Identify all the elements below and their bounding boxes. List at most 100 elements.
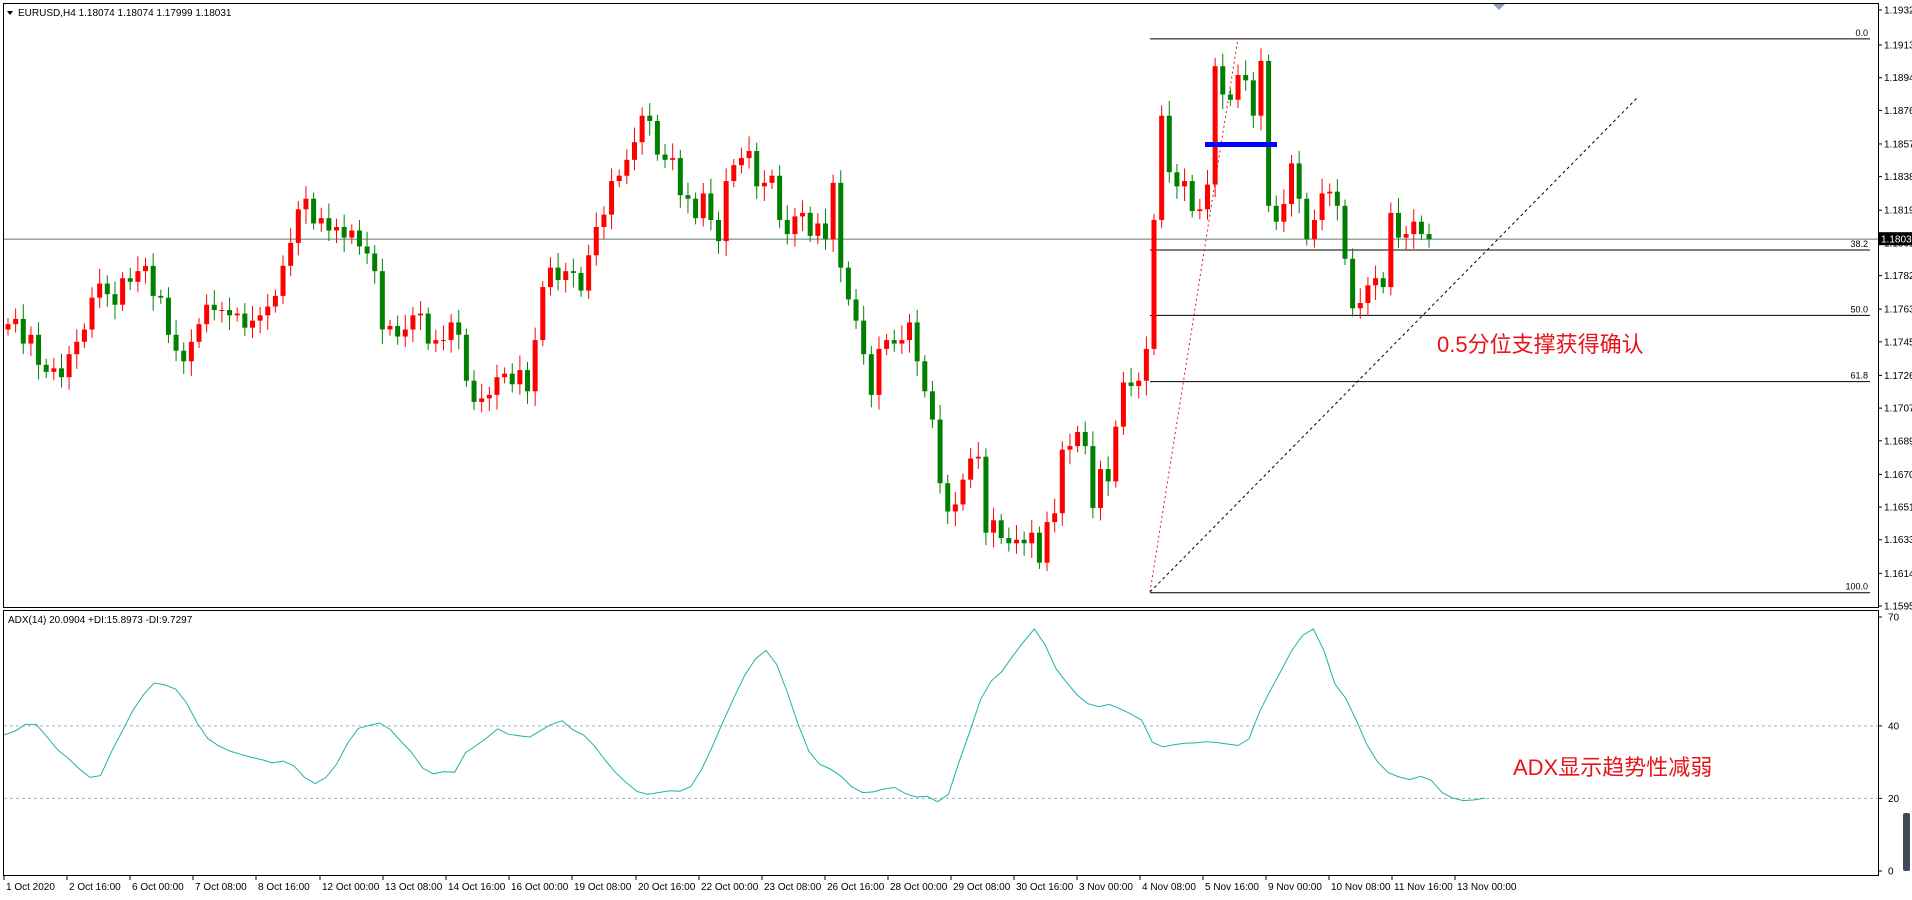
candle-body — [1082, 431, 1088, 447]
candle-body — [662, 154, 668, 160]
candle-body — [937, 419, 943, 484]
candle-body — [418, 313, 424, 316]
blue-resistance-marker[interactable] — [1205, 142, 1277, 147]
candle-body — [395, 325, 401, 337]
candle-body — [830, 182, 836, 240]
candle-body — [349, 230, 355, 238]
y-tick-label: 1.18195 — [1884, 206, 1912, 217]
candle-body — [738, 158, 744, 166]
candle-body — [303, 198, 309, 210]
candle-body — [1128, 382, 1134, 387]
candle-body — [1289, 163, 1295, 205]
candle-body — [1204, 184, 1210, 210]
candle-body — [784, 219, 790, 235]
candle-body — [433, 340, 439, 344]
x-tick-label: 7 Oct 08:00 — [195, 882, 247, 893]
candle-body — [540, 287, 546, 341]
candle-body — [463, 334, 469, 381]
x-tick-label: 16 Oct 00:00 — [511, 882, 569, 893]
candle-body — [318, 218, 324, 224]
candle-body — [89, 297, 95, 330]
adx-tick-label: 20 — [1888, 794, 1900, 805]
candle-body — [693, 198, 699, 219]
candle-body — [158, 295, 164, 298]
candle-body — [311, 198, 317, 224]
candle-body — [838, 182, 844, 268]
candle-body — [425, 313, 431, 344]
candle-body — [983, 456, 989, 533]
candle-body — [1021, 539, 1027, 544]
candle-body — [1395, 212, 1401, 238]
candle-body — [754, 151, 760, 187]
y-tick-label: 1.16515 — [1884, 503, 1912, 514]
current-price-label: 1.18031 — [1879, 232, 1912, 246]
main-chart-frame — [3, 3, 1879, 608]
x-tick-label: 1 Oct 2020 — [6, 882, 55, 893]
candle-body — [1350, 258, 1356, 309]
candle-body — [181, 350, 187, 362]
candle-body — [1098, 469, 1104, 508]
candle-body — [341, 226, 347, 238]
x-tick-label: 13 Oct 08:00 — [385, 882, 443, 893]
candle-body — [1197, 209, 1203, 212]
y-tick-label: 1.18385 — [1884, 172, 1912, 183]
candle-body — [731, 165, 737, 182]
candle-body — [1159, 115, 1165, 220]
candle-body — [929, 391, 935, 420]
candle-body — [165, 297, 171, 335]
candle-body — [1373, 278, 1379, 286]
y-tick-label: 1.15955 — [1884, 602, 1912, 613]
candle-body — [716, 219, 722, 242]
candle-body — [479, 398, 485, 402]
candle-body — [1059, 449, 1065, 514]
candle-body — [647, 115, 653, 121]
candle-body — [1327, 191, 1333, 194]
y-tick-label: 1.19320 — [1884, 6, 1912, 17]
y-tick-label: 1.18570 — [1884, 139, 1912, 150]
main-y-axis: 1.19320 1.19130 1.18945 1.18760 1.18570 1.183… — [1878, 6, 1912, 613]
y-tick-label: 1.18760 — [1884, 106, 1912, 117]
scroll-handle[interactable] — [1903, 813, 1910, 871]
candle-body — [356, 230, 362, 247]
x-tick-label: 8 Oct 16:00 — [258, 882, 310, 893]
candle-body — [364, 246, 370, 254]
candle-body — [120, 278, 126, 305]
symbol-header: EURUSD,H4 1.18074 1.18074 1.17999 1.1803… — [18, 8, 232, 19]
candle-body — [998, 520, 1004, 538]
candle-body — [1266, 60, 1272, 206]
candle-body — [1182, 181, 1188, 187]
support-annotation: 0.5分位支撑获得确认 — [1437, 332, 1644, 357]
candle-body — [1052, 513, 1058, 523]
candle-body — [36, 334, 42, 365]
candle-body — [792, 216, 798, 235]
candle-body — [1365, 285, 1371, 303]
candle-body — [1044, 522, 1050, 563]
candle-body — [547, 267, 553, 288]
candle-body — [227, 310, 233, 316]
x-tick-label: 22 Oct 00:00 — [701, 882, 759, 893]
x-tick-label: 5 Nov 16:00 — [1205, 882, 1259, 893]
y-tick-label: 1.17635 — [1884, 305, 1912, 316]
candle-body — [570, 271, 576, 273]
candle-body — [1243, 75, 1249, 81]
candle-body — [654, 120, 660, 155]
current-price-text: 1.18031 — [1881, 235, 1912, 246]
candle-body — [853, 299, 859, 321]
candle-body — [272, 295, 278, 307]
adx-tick-label: 0 — [1888, 867, 1894, 878]
candle-body — [1380, 278, 1386, 288]
candle-body — [876, 348, 882, 395]
candle-body — [1006, 537, 1012, 544]
candle-body — [922, 361, 928, 392]
candle-body — [58, 368, 64, 378]
adx-annotation: ADX显示趋势性减弱 — [1513, 755, 1712, 780]
candle-body — [1281, 204, 1287, 222]
candle-body — [234, 313, 240, 316]
candle-body — [1120, 382, 1126, 427]
candle-body — [899, 340, 905, 344]
candle-body — [387, 325, 393, 330]
candle-body — [1311, 219, 1317, 240]
candle-body — [249, 320, 255, 328]
x-tick-label: 30 Oct 16:00 — [1016, 882, 1074, 893]
candle-body — [723, 181, 729, 242]
